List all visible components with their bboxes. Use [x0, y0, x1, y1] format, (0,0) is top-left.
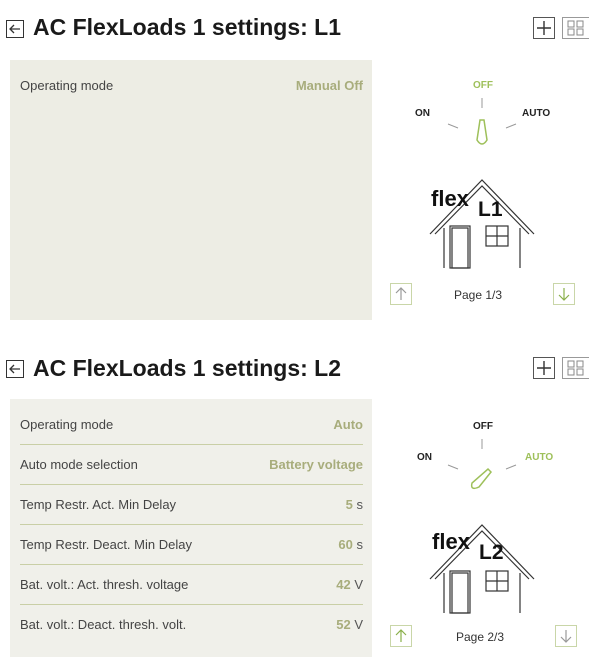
flex-load-label: L1 [478, 198, 503, 221]
row-unit: s [356, 537, 364, 552]
settings-panel-l2: Operating mode Auto Auto mode selection … [10, 399, 586, 657]
switch-label-on: ON [417, 452, 432, 463]
row-value-text: 60 [338, 537, 353, 552]
row-value: 42 V [336, 577, 363, 592]
back-arrow-icon[interactable] [6, 20, 24, 38]
settings-row[interactable]: Bat. volt.: Deact. thresh. volt. 52 V [20, 605, 363, 645]
settings-row[interactable]: Operating mode Auto [20, 405, 363, 445]
row-value: 52 V [336, 617, 363, 632]
plus-icon[interactable] [533, 357, 555, 379]
row-unit: s [356, 497, 364, 512]
flex-label: flex [431, 186, 469, 211]
settings-row[interactable]: Temp Restr. Act. Min Delay 5 s [20, 485, 363, 525]
row-label: Operating mode [20, 78, 114, 93]
row-label: Operating mode [20, 417, 114, 432]
settings-row[interactable]: Bat. volt.: Act. thresh. voltage 42 V [20, 565, 363, 605]
row-value: 5 s [346, 497, 363, 512]
row-label: Temp Restr. Act. Min Delay [20, 497, 177, 512]
page-up-button[interactable] [390, 283, 412, 305]
row-value-text: 42 [336, 577, 351, 592]
row-value-text: 52 [336, 617, 351, 632]
grid-icon[interactable] [562, 17, 589, 39]
row-label: Bat. volt.: Deact. thresh. volt. [20, 617, 187, 632]
settings-row[interactable]: Operating mode Manual Off [20, 66, 363, 106]
row-label: Bat. volt.: Act. thresh. voltage [20, 577, 189, 592]
switch-knob-icon [447, 439, 517, 490]
switch-label-off: OFF [473, 80, 493, 91]
row-value-text: Auto [333, 417, 363, 432]
page-indicator: Page 2/3 [456, 630, 505, 644]
flex-load-label: L2 [479, 541, 504, 564]
page-title-l1: AC FlexLoads 1 settings: L1 [33, 14, 342, 40]
row-unit: V [354, 577, 363, 592]
status-card-l1: OFF ON AUTO flex L1 Page 1/3 [372, 60, 586, 320]
settings-row[interactable]: Temp Restr. Deact. Min Delay 60 s [20, 525, 363, 565]
page-up-button[interactable] [390, 625, 412, 647]
settings-list-l1: Operating mode Manual Off [10, 60, 372, 320]
row-value-text: Battery voltage [269, 457, 363, 472]
settings-list-l2: Operating mode Auto Auto mode selection … [10, 399, 372, 657]
grid-icon[interactable] [562, 357, 589, 379]
plus-icon[interactable] [533, 17, 555, 39]
back-arrow-icon[interactable] [6, 360, 24, 378]
switch-label-off: OFF [473, 421, 493, 432]
row-label: Auto mode selection [20, 457, 138, 472]
row-value: Manual Off [295, 78, 363, 93]
page-down-button[interactable] [555, 625, 577, 647]
row-value: Auto [333, 417, 363, 432]
settings-panel-l1: Operating mode Manual Off OFF ON AUTO fl… [10, 60, 586, 320]
switch-knob-icon [447, 98, 517, 145]
header-l2: AC FlexLoads 1 settings: L2 [0, 342, 589, 386]
page-down-button[interactable] [553, 283, 575, 305]
page-title-l2: AC FlexLoads 1 settings: L2 [33, 355, 342, 381]
status-card-l2: OFF ON AUTO flex L2 Page 2/3 [372, 399, 586, 657]
header-l1: AC FlexLoads 1 settings: L1 [0, 2, 589, 46]
row-label: Temp Restr. Deact. Min Delay [20, 537, 192, 552]
row-value-text: 5 [345, 497, 353, 512]
row-value: Battery voltage [269, 457, 363, 472]
flex-label: flex [432, 529, 470, 554]
switch-label-on: ON [415, 108, 430, 119]
row-value: 60 s [338, 537, 363, 552]
row-unit: V [354, 617, 363, 632]
page-indicator: Page 1/3 [454, 288, 503, 302]
settings-row[interactable]: Auto mode selection Battery voltage [20, 445, 363, 485]
